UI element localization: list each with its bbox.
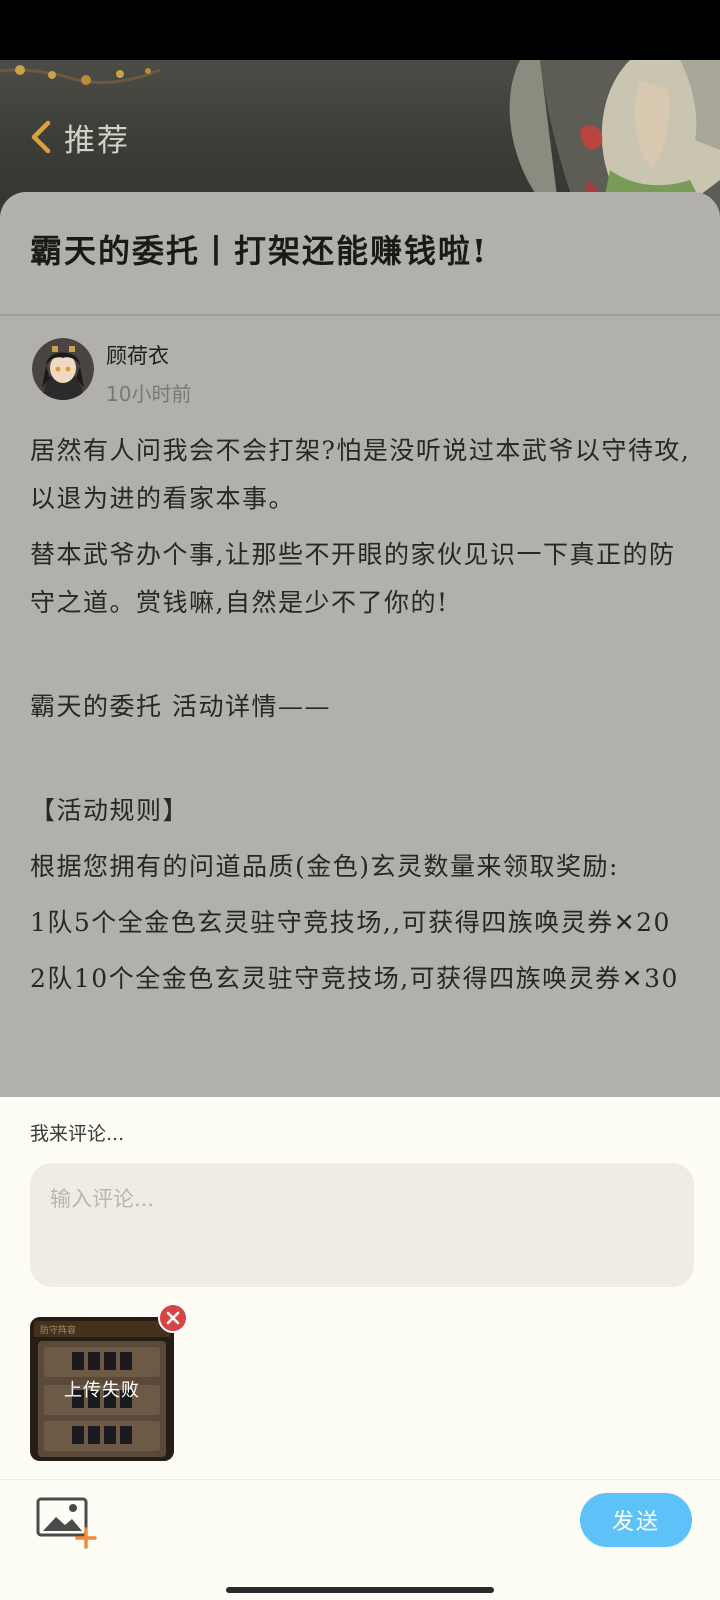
comment-composer: 我来评论... 防守阵容 上传失败 bbox=[0, 1097, 720, 1600]
upload-failed-label: 上传失败 bbox=[64, 1380, 140, 1401]
paragraph: 【活动规则】 bbox=[30, 796, 190, 825]
add-image-button[interactable] bbox=[36, 1497, 98, 1549]
back-label: 推荐 bbox=[64, 122, 130, 159]
post-title: 霸天的委托丨打架还能赚钱啦! bbox=[30, 232, 489, 270]
avatar[interactable] bbox=[32, 338, 94, 400]
paragraph: 根据您拥有的问道品质(金色)玄灵数量来领取奖励: bbox=[30, 852, 619, 881]
back-button[interactable]: 推荐 bbox=[28, 112, 130, 162]
author-row: 顾荷衣 10小时前 bbox=[32, 338, 191, 407]
paragraph: 霸天的委托 活动详情—— bbox=[30, 692, 331, 721]
paragraph: 2队10个全金色玄灵驻守竞技场,可获得四族唤灵券✕30 bbox=[30, 964, 679, 993]
attachment-thumbnail[interactable]: 防守阵容 上传失败 bbox=[30, 1303, 188, 1461]
status-bar bbox=[0, 0, 720, 60]
add-image-icon bbox=[36, 1497, 97, 1549]
remove-attachment-button[interactable] bbox=[158, 1303, 188, 1333]
paragraph: 居然有人问我会不会打架?怕是没听说过本武爷以守待攻,以退为进的看家本事。 bbox=[30, 436, 691, 513]
post-timestamp: 10小时前 bbox=[106, 382, 192, 406]
paragraph: 替本武爷办个事,让那些不开眼的家伙见识一下真正的防守之道。赏钱嘛,自然是少不了你… bbox=[30, 540, 676, 617]
comment-input[interactable] bbox=[30, 1163, 694, 1287]
author-name[interactable]: 顾荷衣 bbox=[106, 340, 191, 370]
close-icon bbox=[166, 1311, 180, 1325]
title-divider bbox=[0, 314, 720, 316]
toolbar-divider bbox=[0, 1479, 720, 1480]
paragraph: 1队5个全金色玄灵驻守竞技场,,可获得四族唤灵券✕20 bbox=[30, 908, 671, 937]
home-indicator[interactable] bbox=[226, 1587, 494, 1593]
post-body: 居然有人问我会不会打架?怕是没听说过本武爷以守待攻,以退为进的看家本事。 替本武… bbox=[30, 427, 698, 1003]
composer-heading: 我来评论... bbox=[30, 1123, 125, 1145]
plum-branch-decoration bbox=[0, 60, 170, 100]
send-button[interactable]: 发送 bbox=[580, 1493, 692, 1547]
chevron-left-icon bbox=[31, 120, 51, 154]
